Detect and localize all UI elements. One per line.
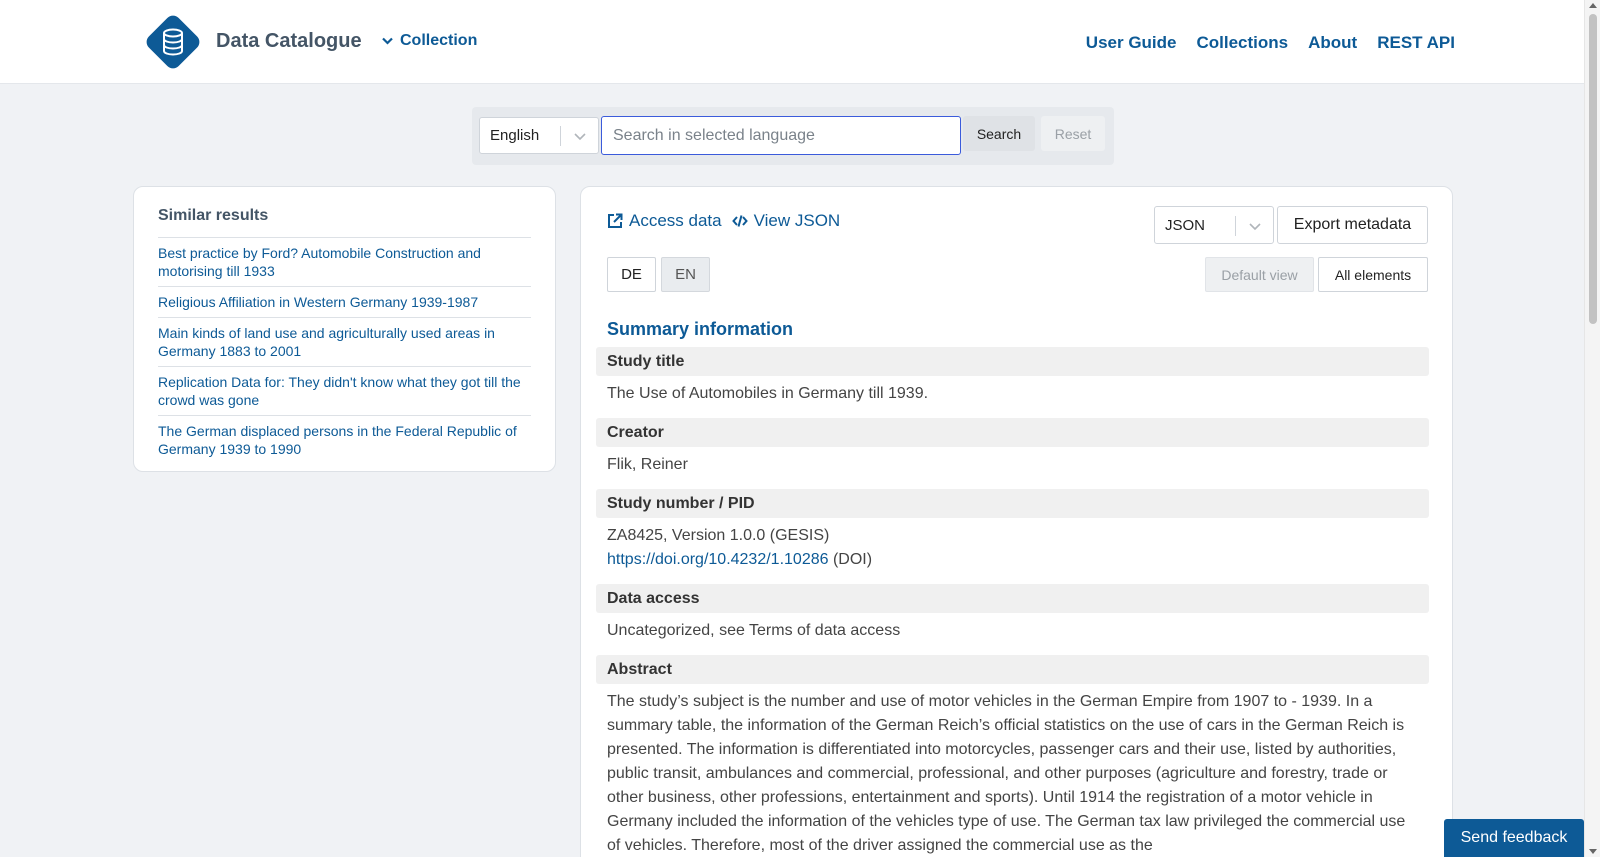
collection-dropdown[interactable]: Collection <box>382 32 477 50</box>
list-item: Best practice by Ford? Automobile Constr… <box>158 237 531 286</box>
collection-label: Collection <box>400 32 478 49</box>
chevron-down-icon <box>382 37 393 45</box>
study-number-label: Study number / PID <box>596 489 1429 518</box>
export-metadata-button[interactable]: Export metadata <box>1277 206 1428 244</box>
data-links: Access data View JSON <box>607 211 840 231</box>
doi-line: https://doi.org/10.4232/1.10286 (DOI) <box>607 548 1418 572</box>
logo[interactable] <box>143 12 203 72</box>
external-link-icon <box>608 213 623 228</box>
brand-title[interactable]: Data Catalogue <box>216 30 362 53</box>
format-select[interactable]: JSON <box>1154 206 1274 244</box>
scroll-up-arrow-icon[interactable] <box>1589 3 1597 8</box>
abstract-label: Abstract <box>596 655 1429 684</box>
study-number-text: ZA8425, Version 1.0.0 (GESIS) <box>607 527 830 544</box>
list-item: Main kinds of land use and agriculturall… <box>158 317 531 366</box>
database-icon <box>163 28 183 56</box>
reset-button[interactable]: Reset <box>1041 116 1105 151</box>
nav-user-guide[interactable]: User Guide <box>1086 33 1177 53</box>
creator-value: Flik, Reiner <box>607 456 688 473</box>
data-access-value: Uncategorized, see Terms of data access <box>607 622 901 639</box>
list-item: The German displaced persons in the Fede… <box>158 415 531 464</box>
page-scrollbar[interactable] <box>1584 0 1600 857</box>
nav-collections[interactable]: Collections <box>1197 33 1289 53</box>
access-data-label: Access data <box>629 211 722 230</box>
similar-results-list: Best practice by Ford? Automobile Constr… <box>158 237 531 464</box>
scroll-down-arrow-icon[interactable] <box>1589 849 1597 854</box>
chevron-down-icon <box>574 133 586 141</box>
similar-result-link[interactable]: Religious Affiliation in Western Germany… <box>158 294 478 310</box>
search-button[interactable]: Search <box>963 116 1035 151</box>
similar-results-title: Similar results <box>158 207 269 224</box>
access-data-link[interactable]: Access data <box>607 211 722 231</box>
study-title-value: The Use of Automobiles in Germany till 1… <box>607 385 929 402</box>
nav-rest-api[interactable]: REST API <box>1377 33 1455 53</box>
similar-result-link[interactable]: Replication Data for: They didn't know w… <box>158 374 521 408</box>
language-value: English <box>490 127 540 144</box>
code-icon <box>731 215 748 227</box>
search-input[interactable] <box>601 116 961 155</box>
select-separator <box>1235 216 1236 236</box>
view-json-link[interactable]: View JSON <box>731 211 841 231</box>
study-title-label: Study title <box>596 347 1429 376</box>
similar-result-link[interactable]: The German displaced persons in the Fede… <box>158 423 517 457</box>
language-de-button[interactable]: DE <box>607 257 656 292</box>
search-bar: English Search Reset <box>472 107 1114 165</box>
similar-result-link[interactable]: Best practice by Ford? Automobile Constr… <box>158 245 481 279</box>
doi-suffix: (DOI) <box>828 551 873 568</box>
list-item: Replication Data for: They didn't know w… <box>158 366 531 415</box>
data-access-label: Data access <box>596 584 1429 613</box>
study-detail-panel: Access data View JSON JSON Export metada… <box>580 186 1453 857</box>
site-header: Data Catalogue Collection User Guide Col… <box>0 0 1584 84</box>
similar-result-link[interactable]: Main kinds of land use and agriculturall… <box>158 325 495 359</box>
nav-about[interactable]: About <box>1308 33 1357 53</box>
main-nav: User Guide Collections About REST API <box>1086 33 1455 53</box>
language-en-button[interactable]: EN <box>661 257 710 292</box>
chevron-down-icon <box>1249 223 1261 231</box>
format-value: JSON <box>1165 217 1206 234</box>
scroll-thumb[interactable] <box>1589 14 1597 324</box>
send-feedback-button[interactable]: Send feedback <box>1444 819 1584 857</box>
doi-link[interactable]: https://doi.org/10.4232/1.10286 <box>607 551 829 568</box>
study-number-value: ZA8425, Version 1.0.0 (GESIS) https://do… <box>596 518 1429 572</box>
creator-label: Creator <box>596 418 1429 447</box>
view-json-label: View JSON <box>753 211 841 230</box>
language-select[interactable]: English <box>479 117 599 154</box>
list-item: Religious Affiliation in Western Germany… <box>158 286 531 317</box>
all-elements-button[interactable]: All elements <box>1318 257 1428 292</box>
default-view-button[interactable]: Default view <box>1205 257 1314 292</box>
similar-results-panel: Similar results Best practice by Ford? A… <box>133 186 556 472</box>
select-separator <box>560 126 561 146</box>
abstract-value: The study’s subject is the number and us… <box>607 693 1406 854</box>
section-title: Summary information <box>607 319 794 339</box>
summary-information: Summary information Study title The Use … <box>596 319 1429 857</box>
